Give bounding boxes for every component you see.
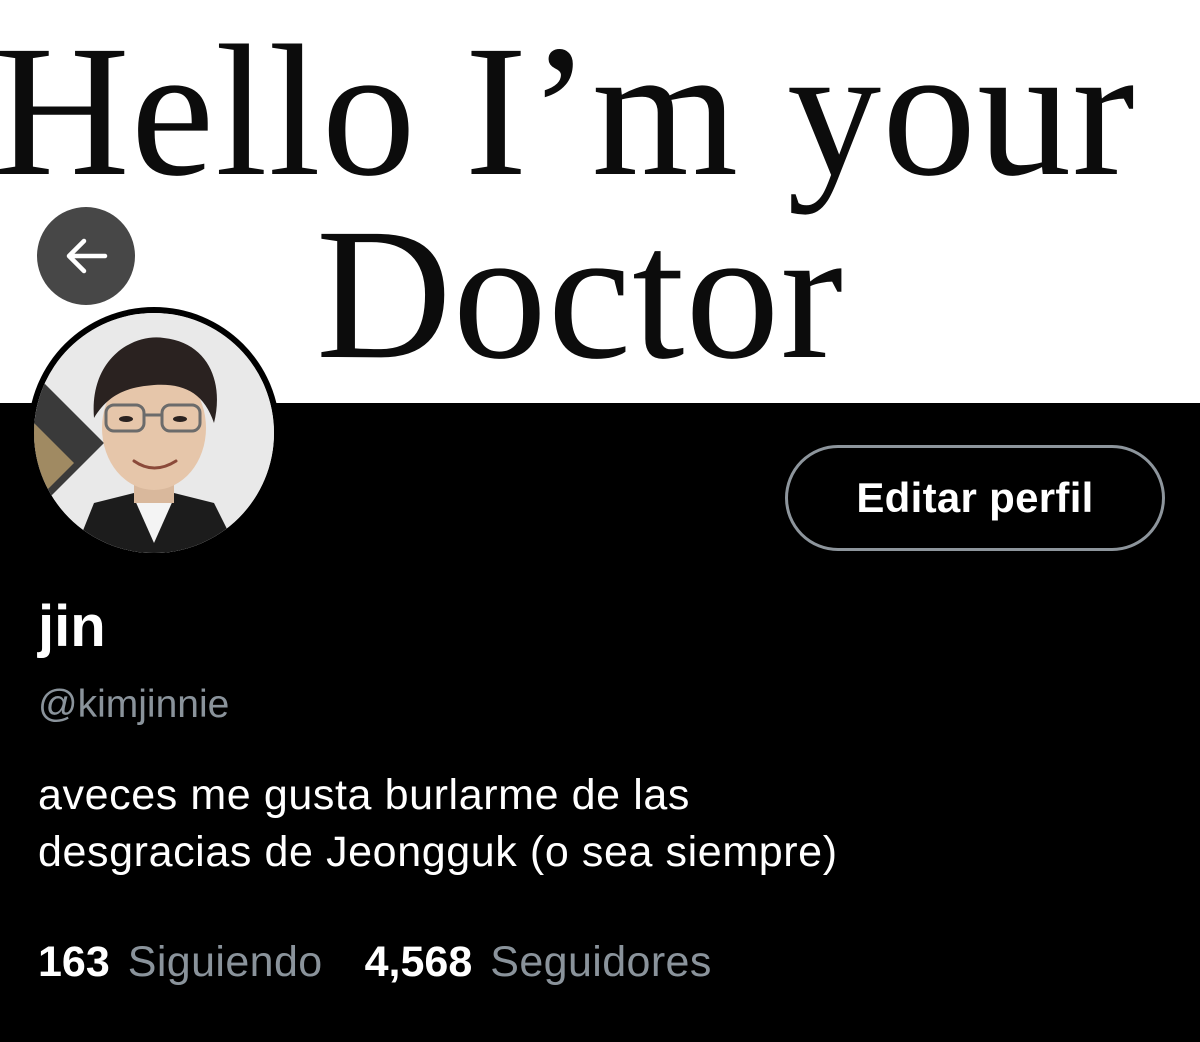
banner-text-line-1: Hello I’m your (0, 6, 1136, 215)
followers-count: 4,568 (364, 938, 473, 986)
following-stat[interactable]: 163 Siguiendo (38, 941, 323, 984)
banner-text-line-2: Doctor (316, 189, 845, 398)
followers-stat[interactable]: 4,568 Seguidores (365, 941, 712, 984)
username-handle: @kimjinnie (38, 683, 230, 726)
avatar[interactable] (28, 307, 280, 559)
bio-line: aveces me gusta burlarme de las (38, 771, 690, 819)
left-arrow-icon (66, 238, 108, 274)
avatar-photo (34, 313, 274, 553)
follow-stats: 163 Siguiendo 4,568 Seguidores (38, 941, 712, 984)
back-button[interactable] (37, 207, 135, 305)
edit-profile-button[interactable]: Editar perfil (785, 445, 1165, 551)
following-label: Siguiendo (127, 938, 323, 986)
bio-line: desgracias de Jeongguk (o sea siempre) (38, 828, 838, 876)
followers-label: Seguidores (490, 938, 712, 986)
profile-bio: aveces me gusta burlarme de las desgraci… (38, 767, 1158, 881)
display-name: jin (38, 594, 106, 659)
following-count: 163 (38, 938, 110, 986)
